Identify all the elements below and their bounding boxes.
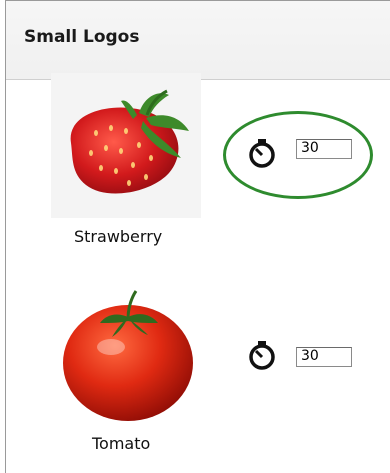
- highlight-annotation: [223, 111, 373, 199]
- timer-icon: [249, 341, 275, 370]
- small-logos-panel: Small Logos Strawberry 30 Tomato 30: [5, 0, 390, 473]
- strawberry-label: Strawberry: [74, 227, 163, 246]
- panel-title: Small Logos: [24, 27, 140, 47]
- tomato-image[interactable]: [56, 287, 201, 427]
- tomato-timer-input[interactable]: 30: [296, 347, 352, 367]
- strawberry-image[interactable]: [51, 73, 201, 218]
- tomato-label: Tomato: [92, 434, 151, 453]
- panel-header: Small Logos: [6, 1, 390, 79]
